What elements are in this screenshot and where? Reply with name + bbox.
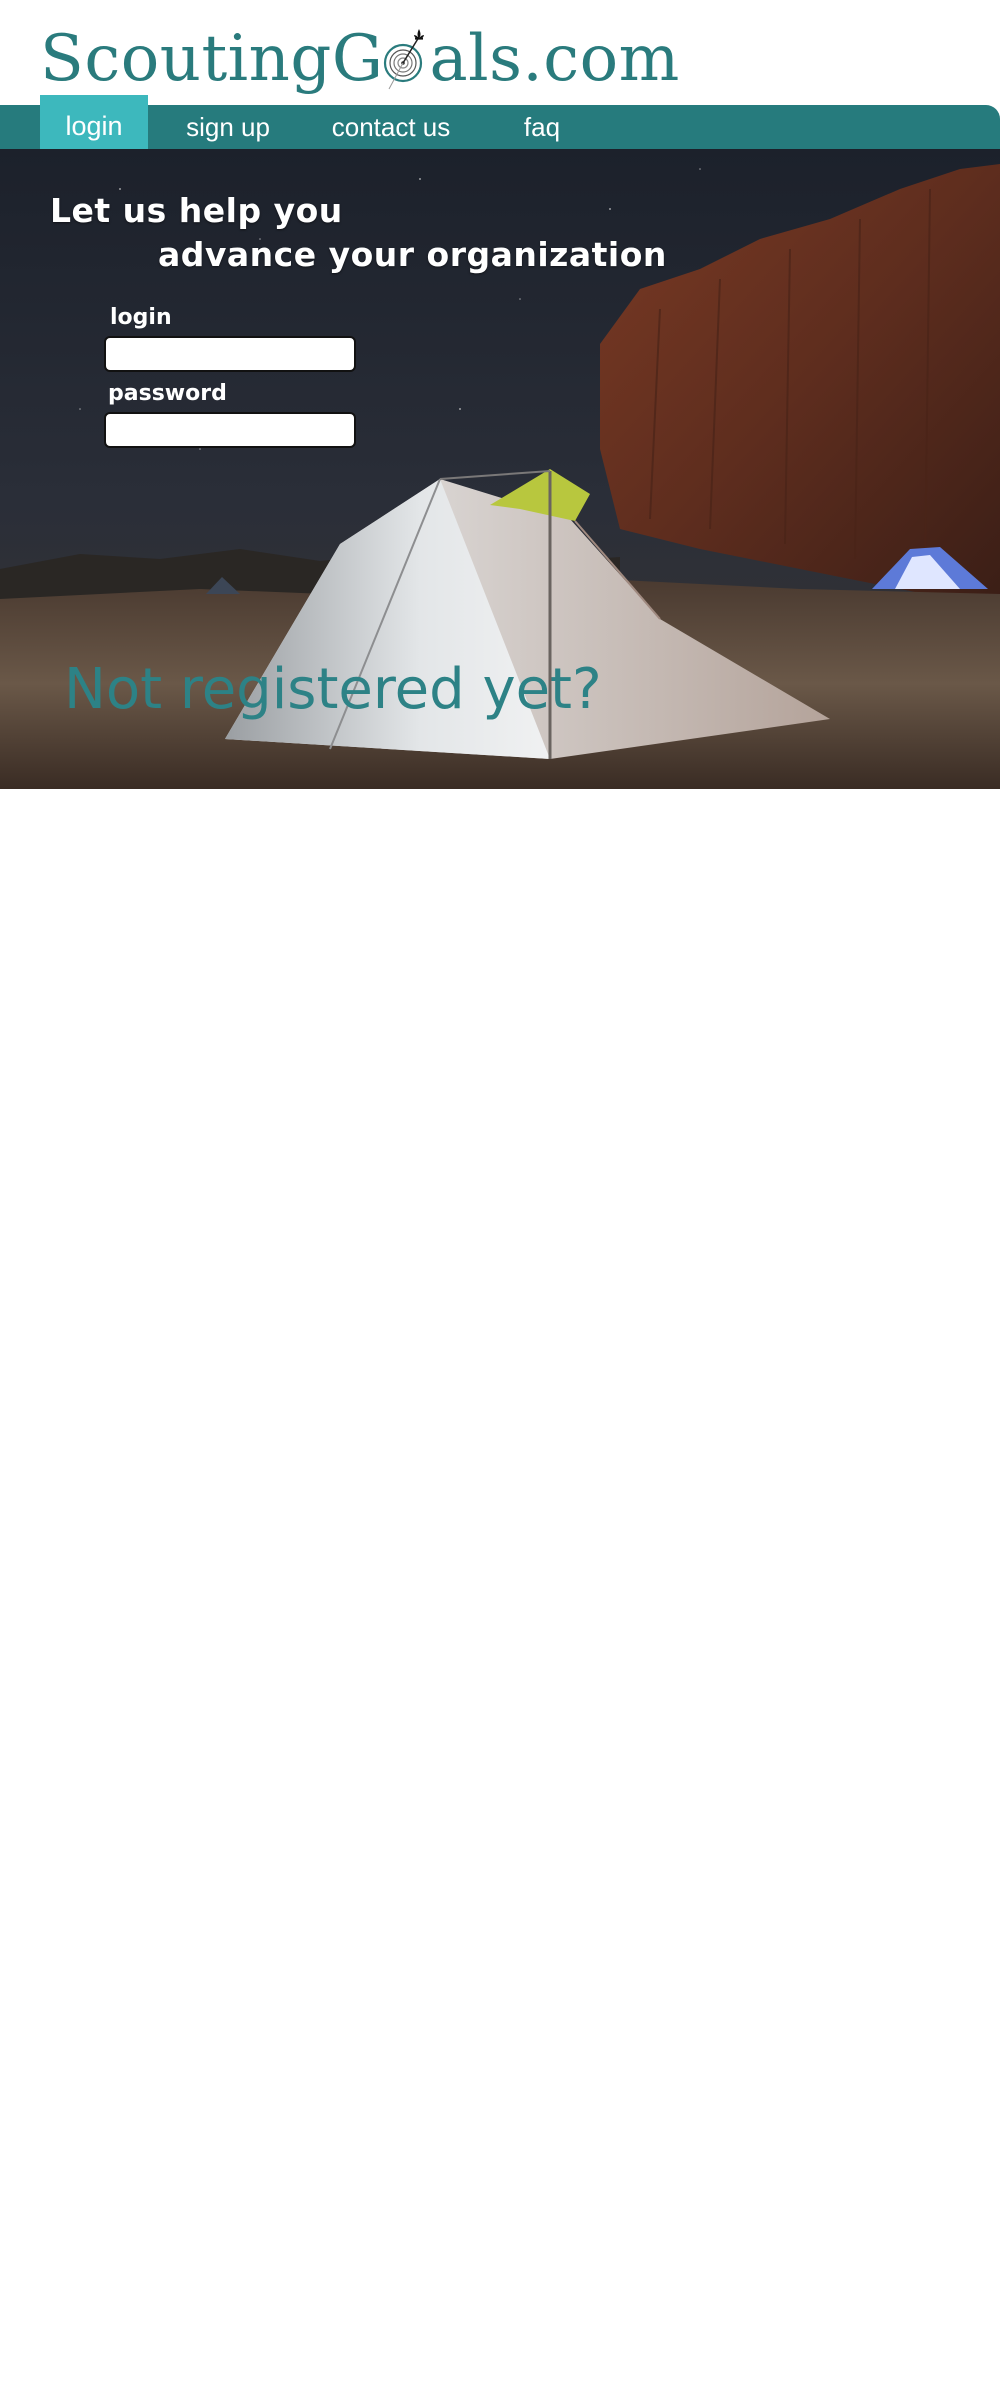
target-with-fleur-de-lis-icon [381,23,431,95]
hero-section: Let us help you advance your organizatio… [0,149,1000,789]
site-logo[interactable]: ScoutingG als.com [40,14,680,104]
logo-text-end: als.com [429,22,680,96]
hero-headline-line1: Let us help you [50,191,343,230]
hero-headline-line2: advance your organization [158,235,667,274]
nav-contact-us[interactable]: contact us [318,105,464,149]
page: ScoutingG als.com sign up contact us faq… [0,0,1000,2400]
logo-text-start: ScoutingG [40,22,384,96]
main-navigation-bar: sign up contact us faq [0,105,1000,149]
nav-sign-up[interactable]: sign up [170,105,286,149]
password-field-label: password [108,381,227,406]
password-field[interactable] [104,412,356,448]
nav-faq[interactable]: faq [512,105,572,149]
nav-login-active-tab[interactable]: login [40,95,148,157]
not-registered-link[interactable]: Not registered yet? [64,657,602,722]
login-field[interactable] [104,336,356,372]
login-field-label: login [110,305,172,330]
